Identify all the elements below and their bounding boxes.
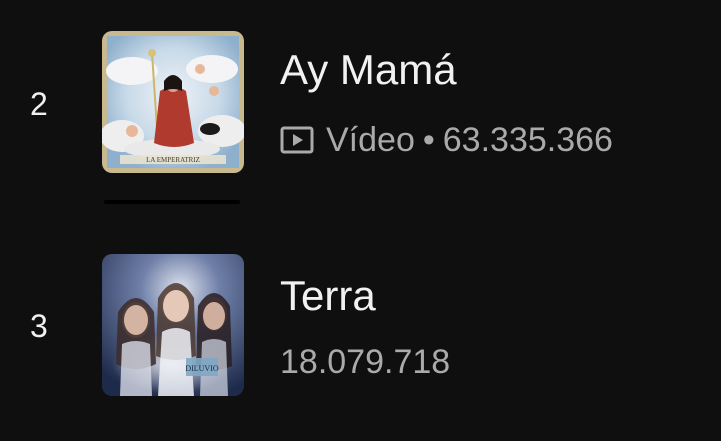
album-art-ay-mama-icon: LA EMPERATRIZ — [102, 31, 244, 173]
list-item[interactable]: 3 DILUVIO Terra 18.079.718 — [0, 246, 721, 416]
album-caption: LA EMPERATRIZ — [146, 156, 200, 164]
type-label: Vídeo — [326, 121, 415, 159]
view-count: 63.335.366 — [442, 121, 613, 159]
separator-dot: • — [422, 121, 435, 159]
album-art-terra-icon: DILUVIO — [102, 254, 244, 396]
song-meta: Vídeo • 63.335.366 — [280, 120, 613, 160]
song-title[interactable]: Ay Mamá — [280, 46, 457, 94]
song-meta: 18.079.718 — [280, 342, 450, 382]
rank-number: 2 — [30, 86, 48, 122]
view-count: 18.079.718 — [280, 343, 451, 381]
video-icon — [280, 126, 314, 154]
list-item[interactable]: 2 LA EMPERATRIZ Ay Mamá Vídeo • 63.335.3… — [0, 24, 721, 204]
progress-underline — [104, 200, 240, 204]
album-caption: DILUVIO — [185, 364, 219, 373]
rank-number: 3 — [30, 308, 48, 344]
album-thumbnail[interactable]: DILUVIO — [102, 254, 244, 396]
album-thumbnail[interactable]: LA EMPERATRIZ — [102, 31, 244, 173]
song-title[interactable]: Terra — [280, 272, 376, 320]
